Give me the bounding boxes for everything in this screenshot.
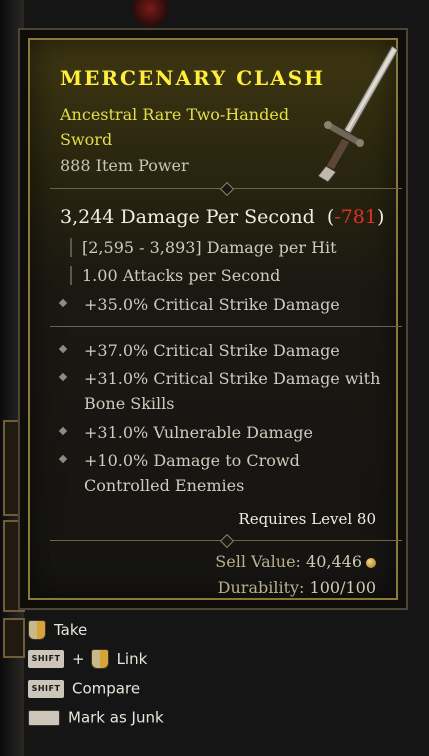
affix-bullet-icon (58, 344, 68, 354)
sword-image (317, 45, 399, 182)
affix-text: +31.0% Critical Strike Damage with Bone … (84, 369, 381, 413)
sell-value-label: Sell Value: (215, 552, 301, 571)
game-background-orb (130, 0, 170, 28)
affix-text: +31.0% Vulnerable Damage (84, 423, 313, 442)
affix-item: +10.0% Damage to Crowd Controlled Enemie… (58, 448, 390, 498)
tooltip-frame: Mercenary Clash Ancestral Rare Two-Hande… (28, 38, 402, 600)
dps-difference: -781 (334, 206, 377, 228)
mark-junk-action[interactable]: Mark as Junk (28, 708, 164, 734)
sell-value-amount: 40,446 (306, 552, 362, 571)
damage-per-second: 3,244 Damage Per Second (-781) (60, 206, 384, 228)
durability-value: 100/100 (309, 578, 376, 597)
affix-item: +31.0% Vulnerable Damage (58, 420, 390, 445)
attacks-per-second: 1.00 Attacks per Second (70, 266, 280, 285)
mouse-left-icon (90, 649, 109, 669)
link-action[interactable]: SHIFT + Link (28, 649, 147, 675)
required-level: Requires Level 80 (238, 510, 376, 528)
affix-text: +35.0% Critical Strike Damage (84, 295, 340, 314)
affix-item: +31.0% Critical Strike Damage with Bone … (58, 366, 390, 416)
durability-label: Durability: (217, 578, 305, 597)
inventory-slot[interactable] (3, 618, 25, 658)
affix-bullet-icon (58, 426, 68, 436)
take-action[interactable]: Take (28, 620, 87, 646)
mouse-right-icon (28, 620, 46, 640)
affix-bullet-icon (58, 454, 68, 464)
compare-label: Compare (72, 679, 141, 698)
plus-sign: + (72, 650, 85, 668)
item-power: 888 Item Power (60, 156, 189, 175)
affix-text: +10.0% Damage to Crowd Controlled Enemie… (84, 451, 300, 495)
affix-bullet-icon (58, 298, 68, 308)
sell-value: Sell Value: 40,446 (215, 552, 376, 571)
affix-bullet-icon (58, 372, 68, 382)
section-divider (50, 533, 402, 549)
dps-value: 3,244 Damage Per Second (60, 206, 315, 228)
item-tooltip: Mercenary Clash Ancestral Rare Two-Hande… (18, 28, 408, 610)
durability: Durability: 100/100 (218, 578, 376, 597)
dps-close-paren: ) (376, 206, 385, 228)
spacebar-icon (28, 709, 60, 726)
damage-per-hit: [2,595 - 3,893] Damage per Hit (70, 238, 337, 257)
item-type: Ancestral Rare Two-Handed Sword (60, 105, 290, 149)
gold-icon (366, 557, 376, 568)
item-name: Mercenary Clash (60, 66, 326, 90)
shift-key-icon: SHIFT (28, 679, 64, 698)
shift-key-icon: SHIFT (28, 650, 64, 668)
section-divider (50, 181, 402, 197)
affix-item: +37.0% Critical Strike Damage (58, 338, 390, 363)
section-divider (50, 322, 402, 332)
take-label: Take (54, 621, 88, 639)
link-label: Link (116, 650, 148, 668)
mark-junk-label: Mark as Junk (68, 708, 164, 727)
implicit-affix: +35.0% Critical Strike Damage (58, 292, 390, 317)
compare-action[interactable]: SHIFT Compare (28, 679, 140, 705)
affix-text: +37.0% Critical Strike Damage (84, 341, 340, 360)
